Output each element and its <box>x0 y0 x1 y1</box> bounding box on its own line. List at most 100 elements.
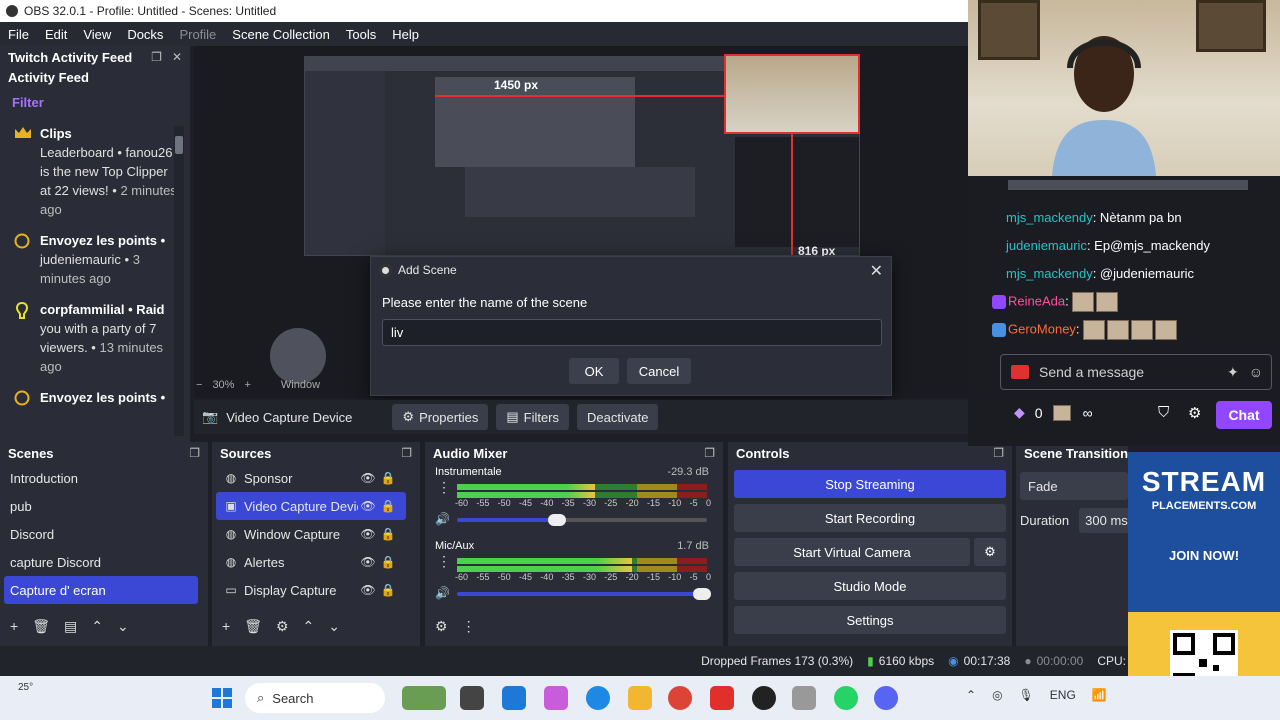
store-icon[interactable] <box>502 686 526 710</box>
lock-icon[interactable]: 🔒 <box>378 499 398 513</box>
volume-slider[interactable] <box>457 514 707 526</box>
stop-streaming-button[interactable]: Stop Streaming <box>734 470 1006 498</box>
close-icon[interactable]: ✕ <box>870 261 883 281</box>
chat-button[interactable]: Chat <box>1216 401 1272 429</box>
gear-icon[interactable]: ⚙ <box>1188 404 1201 422</box>
menu-edit[interactable]: Edit <box>37 27 75 42</box>
transition-select[interactable]: Fade <box>1020 472 1128 500</box>
channel-points-icon[interactable]: ◆ <box>1014 404 1025 421</box>
menu-tools[interactable]: Tools <box>338 27 384 42</box>
ok-button[interactable]: OK <box>569 358 619 384</box>
undock-icon[interactable]: ❐ <box>993 446 1004 460</box>
microphone-icon[interactable]: 🎙 <box>1019 688 1034 702</box>
kebab-menu-icon[interactable]: ⋮ <box>437 554 451 568</box>
source-item[interactable]: ◍ Alertes 👁 🔒 <box>216 548 406 576</box>
trash-icon[interactable]: 🗑 <box>244 618 262 635</box>
network-settings-icon[interactable]: ◎ <box>992 688 1002 702</box>
shield-icon[interactable]: ⛉ <box>1158 404 1169 421</box>
kebab-menu-icon[interactable]: ⋮ <box>462 618 476 635</box>
menu-file[interactable]: File <box>0 27 37 42</box>
eye-icon[interactable]: 👁 <box>358 555 378 569</box>
eye-icon[interactable]: 👁 <box>358 471 378 485</box>
lock-icon[interactable]: 🔒 <box>378 555 398 569</box>
weather-widget[interactable]: 25° <box>18 682 33 693</box>
zoom-in-icon[interactable]: + <box>244 379 250 391</box>
obs-icon[interactable] <box>752 686 776 710</box>
menu-view[interactable]: View <box>75 27 119 42</box>
eye-icon[interactable]: 👁 <box>358 499 378 513</box>
chevron-down-icon[interactable]: ⌄ <box>117 618 129 635</box>
scene-item[interactable]: Discord <box>0 520 208 548</box>
trash-icon[interactable]: 🗑 <box>32 618 50 635</box>
filter-icon[interactable]: ▤ <box>64 618 77 635</box>
cancel-button[interactable]: Cancel <box>627 358 691 384</box>
chevron-up-icon[interactable]: ⌃ <box>91 618 103 635</box>
zoom-out-icon[interactable]: − <box>196 379 202 391</box>
emoji-icon[interactable]: ☺ <box>1249 364 1263 380</box>
widgets-icon[interactable] <box>402 686 446 710</box>
edge-icon[interactable] <box>586 686 610 710</box>
chat-user[interactable]: mjs_mackendy <box>1006 210 1093 225</box>
scene-name-input[interactable] <box>382 319 882 346</box>
eye-icon[interactable]: 👁 <box>358 583 378 597</box>
app-icon[interactable] <box>792 686 816 710</box>
chat-user[interactable]: GeroMoney <box>1008 321 1076 336</box>
source-item[interactable]: ◍ Sponsor 👁 🔒 <box>216 464 406 492</box>
webcam-source-preview[interactable] <box>724 54 860 134</box>
undock-icon[interactable]: ❐ <box>704 446 715 460</box>
volume-slider[interactable] <box>457 588 711 600</box>
feed-scrollbar[interactable] <box>174 126 184 436</box>
start-recording-button[interactable]: Start Recording <box>734 504 1006 532</box>
speaker-icon[interactable]: 🔊 <box>435 586 450 600</box>
undock-icon[interactable]: ❐ <box>401 446 412 460</box>
scrollbar-thumb[interactable] <box>175 136 183 154</box>
source-item[interactable]: ▭ Display Capture 👁 🔒 <box>216 576 406 604</box>
chevron-up-icon[interactable]: ⌃ <box>303 618 315 635</box>
taskbar-search[interactable]: ⌕ Search <box>245 683 385 713</box>
undock-icon[interactable]: ❐ <box>189 446 200 460</box>
settings-button[interactable]: Settings <box>734 606 1006 634</box>
menu-scene-collection[interactable]: Scene Collection <box>224 27 338 42</box>
sparkle-icon[interactable]: ✦ <box>1227 364 1239 381</box>
volume-knob[interactable] <box>548 514 566 526</box>
scene-item[interactable]: pub <box>0 492 208 520</box>
add-icon[interactable]: + <box>10 618 18 634</box>
copilot-icon[interactable] <box>544 686 568 710</box>
kebab-menu-icon[interactable]: ⋮ <box>437 480 451 494</box>
duration-input[interactable]: 300 ms <box>1079 508 1128 533</box>
lock-icon[interactable]: 🔒 <box>378 471 398 485</box>
properties-button[interactable]: ⚙ Properties <box>392 404 489 430</box>
scene-item[interactable]: capture Discord <box>0 548 208 576</box>
studio-mode-button[interactable]: Studio Mode <box>734 572 1006 600</box>
undock-icon[interactable]: ❐ <box>151 50 162 64</box>
language-indicator[interactable]: ENG <box>1050 688 1076 702</box>
volume-knob[interactable] <box>693 588 711 600</box>
app-icon[interactable] <box>710 686 734 710</box>
whatsapp-icon[interactable] <box>834 686 858 710</box>
scene-item-selected[interactable]: Capture d' ecran <box>4 576 198 604</box>
filter-link[interactable]: Filter <box>0 87 190 118</box>
chevron-down-icon[interactable]: ⌄ <box>328 618 340 635</box>
menu-docks[interactable]: Docks <box>119 27 171 42</box>
close-icon[interactable]: ✕ <box>172 50 182 64</box>
lock-icon[interactable]: 🔒 <box>378 527 398 541</box>
chat-input[interactable]: Send a message ✦ ☺ <box>1000 354 1272 390</box>
menu-help[interactable]: Help <box>384 27 427 42</box>
source-item[interactable]: ◍ Window Capture 👁 🔒 <box>216 520 406 548</box>
gear-icon[interactable]: ⚙ <box>974 538 1006 566</box>
gear-icon[interactable]: ⚙ <box>276 618 289 635</box>
menu-profile[interactable]: Profile <box>171 27 224 42</box>
chat-user[interactable]: judeniemauric <box>1006 238 1087 253</box>
chevron-up-icon[interactable]: ⌃ <box>966 688 976 702</box>
add-icon[interactable]: + <box>222 618 230 634</box>
discord-icon[interactable] <box>874 686 898 710</box>
file-explorer-icon[interactable] <box>628 686 652 710</box>
start-virtual-camera-button[interactable]: Start Virtual Camera <box>734 538 970 566</box>
chat-user[interactable]: mjs_mackendy <box>1006 266 1093 281</box>
eye-icon[interactable]: 👁 <box>358 527 378 541</box>
task-view-icon[interactable] <box>460 686 484 710</box>
wifi-icon[interactable]: 📶 <box>1092 688 1107 702</box>
windows-start-icon[interactable] <box>212 688 232 708</box>
speaker-icon[interactable]: 🔊 <box>435 512 450 526</box>
source-item-selected[interactable]: ▣ Video Capture Devic 👁 🔒 <box>216 492 406 520</box>
